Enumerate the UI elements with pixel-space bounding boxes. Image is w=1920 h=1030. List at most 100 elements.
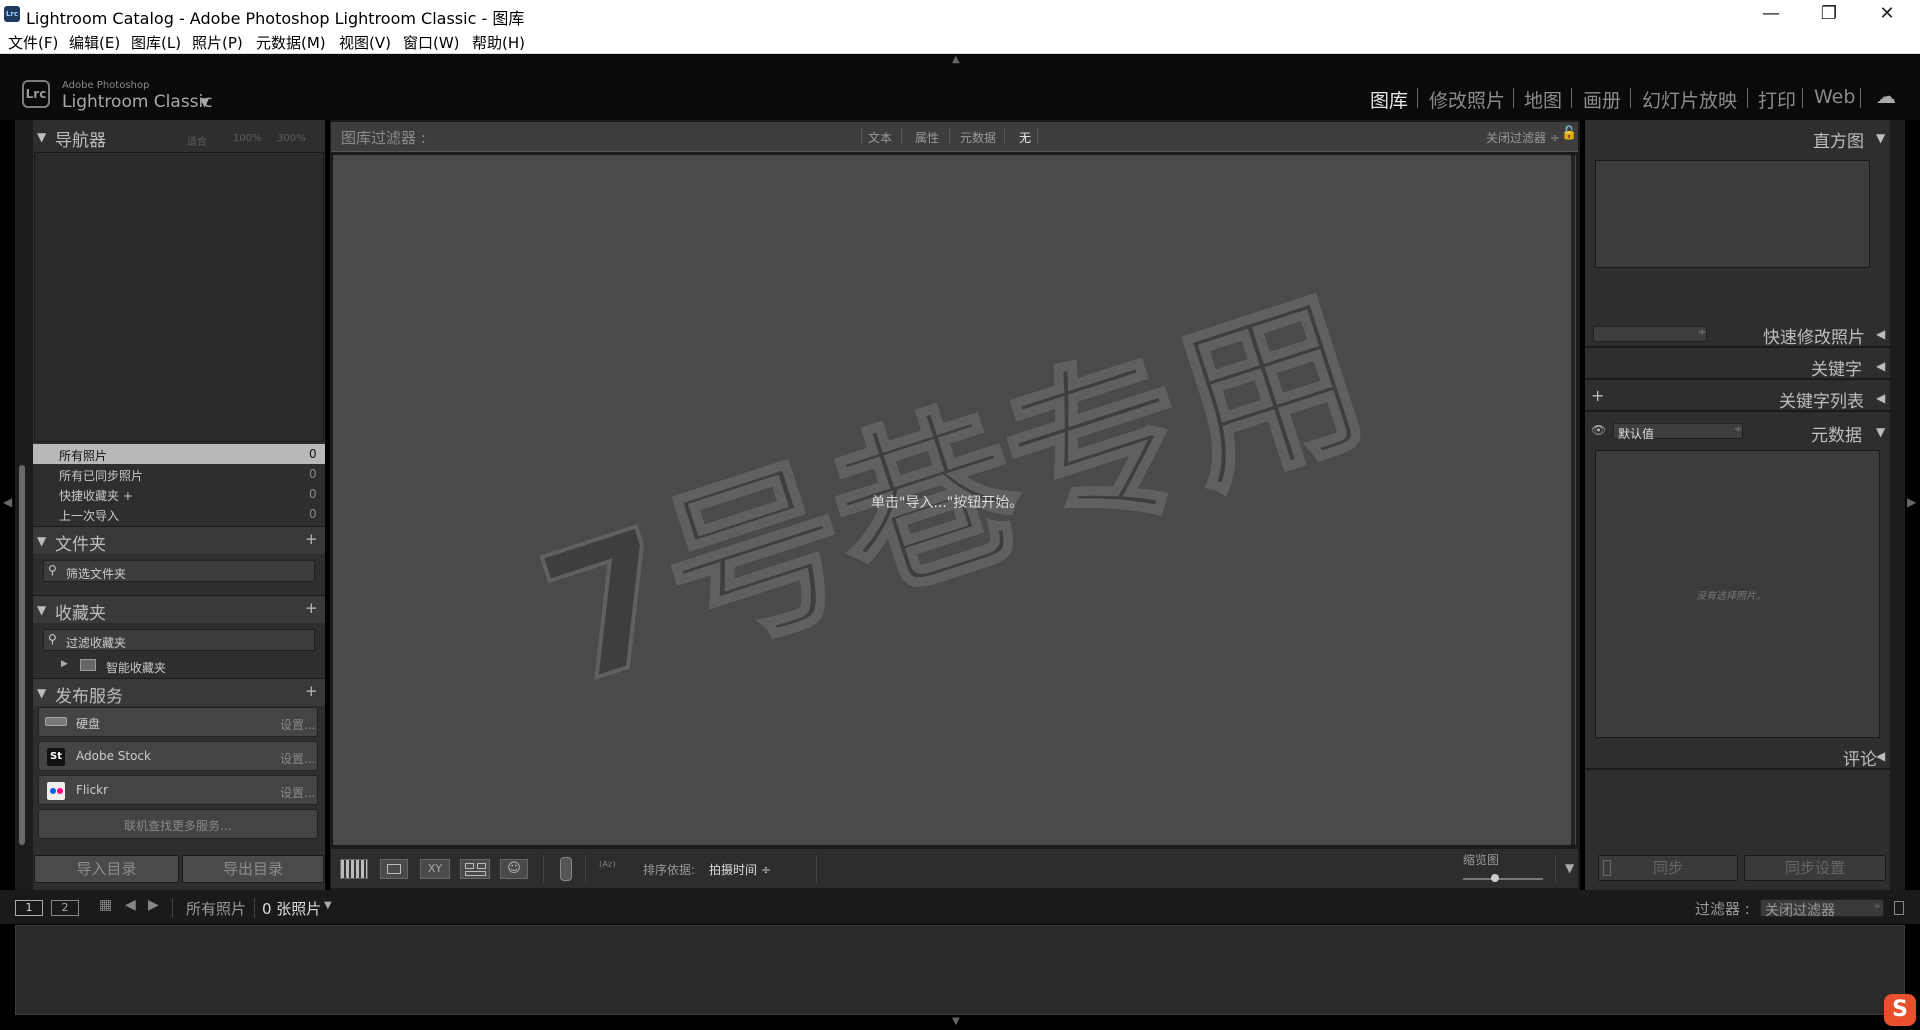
forward-arrow-icon[interactable]: ▶ (148, 897, 159, 913)
restore-button[interactable]: ❐ (1800, 0, 1858, 28)
module-library[interactable]: 图库 (1370, 86, 1408, 113)
sort-direction-icon[interactable]: ⁽ᴬᶻ⁾ (599, 860, 616, 875)
collections-header[interactable]: ▼ 收藏夹 + (33, 595, 325, 624)
grid-view[interactable]: 7号巷专用 单击"导入..."按钮开始。 (333, 155, 1576, 845)
keyword-list-header[interactable]: + 关键字列表 ◀ (1585, 384, 1890, 412)
menu-edit[interactable]: 编辑(E) (69, 32, 120, 53)
module-web[interactable]: Web (1814, 86, 1855, 108)
find-more-services-button[interactable]: 联机查找更多服务... (38, 809, 318, 839)
grid-view-icon[interactable] (340, 859, 368, 879)
publish-header[interactable]: ▼ 发布服务 + (33, 678, 325, 707)
empty-library-message: 单击"导入..."按钮开始。 (871, 495, 1024, 511)
import-button[interactable]: 导入目录 (34, 855, 179, 883)
catalog-all-photos[interactable]: 所有照片 0 (33, 444, 325, 464)
menu-library[interactable]: 图库(L) (131, 32, 181, 53)
menu-window[interactable]: 窗口(W) (403, 32, 460, 53)
filter-attribute[interactable]: 属性 (915, 129, 939, 146)
right-collapse-icon[interactable]: ▶ (1907, 495, 1916, 509)
keywording-header[interactable]: 关键字 ◀ (1585, 352, 1890, 380)
comments-header[interactable]: 评论 ◀ (1585, 742, 1890, 770)
zoom-100[interactable]: 100% (233, 133, 262, 144)
publish-flickr[interactable]: Flickr 设置... (38, 775, 318, 805)
filmstrip-filter-dropdown[interactable]: 关闭过滤器 ÷ (1760, 899, 1884, 919)
filter-lock-icon[interactable] (1894, 901, 1904, 915)
publish-settings-link[interactable]: 设置... (280, 750, 315, 767)
grid-icon[interactable]: ▦ (99, 897, 112, 913)
catalog-label: 所有已同步照片 (59, 469, 144, 483)
close-button[interactable]: ✕ (1858, 0, 1916, 28)
catalog-quick-collection[interactable]: 快捷收藏夹 + 0 (33, 484, 325, 504)
add-keyword-icon[interactable]: + (1591, 386, 1604, 405)
module-map[interactable]: 地图 (1524, 86, 1562, 113)
primary-screen-button[interactable]: 1 (15, 900, 43, 916)
collapse-bottom-icon[interactable]: ▼ (952, 1016, 960, 1027)
navigator-header[interactable]: ▼ 导航器 适合 100% 300% (33, 124, 325, 152)
lrc-logo-icon: Lrc (22, 80, 50, 108)
eye-icon[interactable]: 👁 (1591, 423, 1606, 437)
smart-collections-label: 智能收藏夹 (106, 661, 167, 675)
zoom-fit[interactable]: 适合 (187, 133, 207, 148)
filter-none[interactable]: 无 (1019, 129, 1031, 146)
filter-text[interactable]: 文本 (868, 129, 892, 146)
minimize-button[interactable]: — (1742, 0, 1800, 28)
smart-collections-row[interactable]: ▶ 智能收藏夹 (33, 656, 325, 676)
left-panel-scrollbar[interactable] (19, 465, 25, 845)
filter-collections-input[interactable]: ⚲ 过滤收藏夹 (43, 629, 315, 651)
chevron-down-icon[interactable]: ▼ (324, 900, 332, 911)
spray-can-icon[interactable] (560, 857, 572, 881)
sort-dropdown[interactable]: 拍摄时间 ÷ (709, 861, 771, 878)
menu-file[interactable]: 文件(F) (8, 32, 58, 53)
cloud-sync-icon[interactable]: ☁ (1876, 84, 1896, 108)
compare-view-icon[interactable]: XY (420, 859, 450, 879)
catalog-synced-photos[interactable]: 所有已同步照片 0 (33, 464, 325, 484)
triangle-down-icon: ▼ (1876, 425, 1886, 439)
filmstrip-source[interactable]: 所有照片 (186, 898, 246, 919)
filmstrip[interactable] (15, 925, 1905, 1015)
collapse-top-icon[interactable]: ▲ (952, 54, 960, 65)
module-slideshow[interactable]: 幻灯片放映 (1642, 86, 1737, 113)
metadata-header[interactable]: 👁 默认值 ÷ 元数据 ▼ (1585, 418, 1890, 446)
zoom-300[interactable]: 300% (277, 133, 306, 144)
menu-help[interactable]: 帮助(H) (472, 32, 525, 53)
thumbnail-slider[interactable] (1463, 878, 1543, 880)
menu-metadata[interactable]: 元数据(M) (256, 32, 326, 53)
lock-icon[interactable]: 🔓 (1561, 126, 1577, 141)
secondary-screen-button[interactable]: 2 (51, 900, 79, 916)
publish-hard-drive[interactable]: 硬盘 设置... (38, 707, 318, 737)
thumbnail-slider-handle[interactable] (1491, 874, 1499, 882)
add-folder-icon[interactable]: + (305, 530, 318, 548)
quick-develop-header[interactable]: 快速修改照片 ◀ (1585, 320, 1890, 348)
add-collection-icon[interactable]: + (305, 599, 318, 617)
survey-view-icon[interactable] (460, 859, 490, 879)
back-arrow-icon[interactable]: ◀ (125, 897, 136, 913)
publish-settings-link[interactable]: 设置... (280, 716, 315, 733)
publish-settings-link[interactable]: 设置... (280, 784, 315, 801)
sync-toggle-icon[interactable] (1603, 860, 1611, 876)
publish-adobe-stock[interactable]: St Adobe Stock 设置... (38, 741, 318, 771)
module-separator (1571, 88, 1572, 108)
chevron-down-icon[interactable]: ▼ (200, 95, 209, 109)
folders-header[interactable]: ▼ 文件夹 + (33, 526, 325, 555)
module-print[interactable]: 打印 (1758, 86, 1796, 113)
left-collapse-icon[interactable]: ◀ (3, 495, 12, 509)
catalog-previous-import[interactable]: 上一次导入 0 (33, 504, 325, 524)
loupe-view-icon[interactable] (380, 859, 408, 879)
menu-view[interactable]: 视图(V) (339, 32, 391, 53)
people-view-icon[interactable]: ☺ (500, 859, 528, 879)
sync-button[interactable]: 同步 (1598, 855, 1738, 881)
export-button[interactable]: 导出目录 (182, 855, 324, 883)
add-publish-icon[interactable]: + (305, 682, 318, 700)
module-develop[interactable]: 修改照片 (1429, 86, 1505, 113)
metadata-preset-dropdown[interactable]: 默认值 ÷ (1613, 423, 1743, 441)
filter-metadata[interactable]: 元数据 (960, 129, 996, 146)
brand-small: Adobe Photoshop (62, 80, 150, 91)
toolbar-menu-icon[interactable]: ▼ (1565, 861, 1574, 875)
sync-settings-button[interactable]: 同步设置 (1744, 855, 1886, 881)
module-book[interactable]: 画册 (1583, 86, 1621, 113)
grid-scrollbar[interactable] (1571, 155, 1575, 845)
menu-photo[interactable]: 照片(P) (192, 32, 243, 53)
filter-preset-dropdown[interactable]: 关闭过滤器 ÷ (1486, 129, 1560, 146)
histogram-header[interactable]: 直方图 ▼ (1585, 124, 1890, 152)
filter-folders-input[interactable]: ⚲ 筛选文件夹 (43, 560, 315, 582)
ime-s-icon[interactable]: S (1884, 994, 1916, 1026)
